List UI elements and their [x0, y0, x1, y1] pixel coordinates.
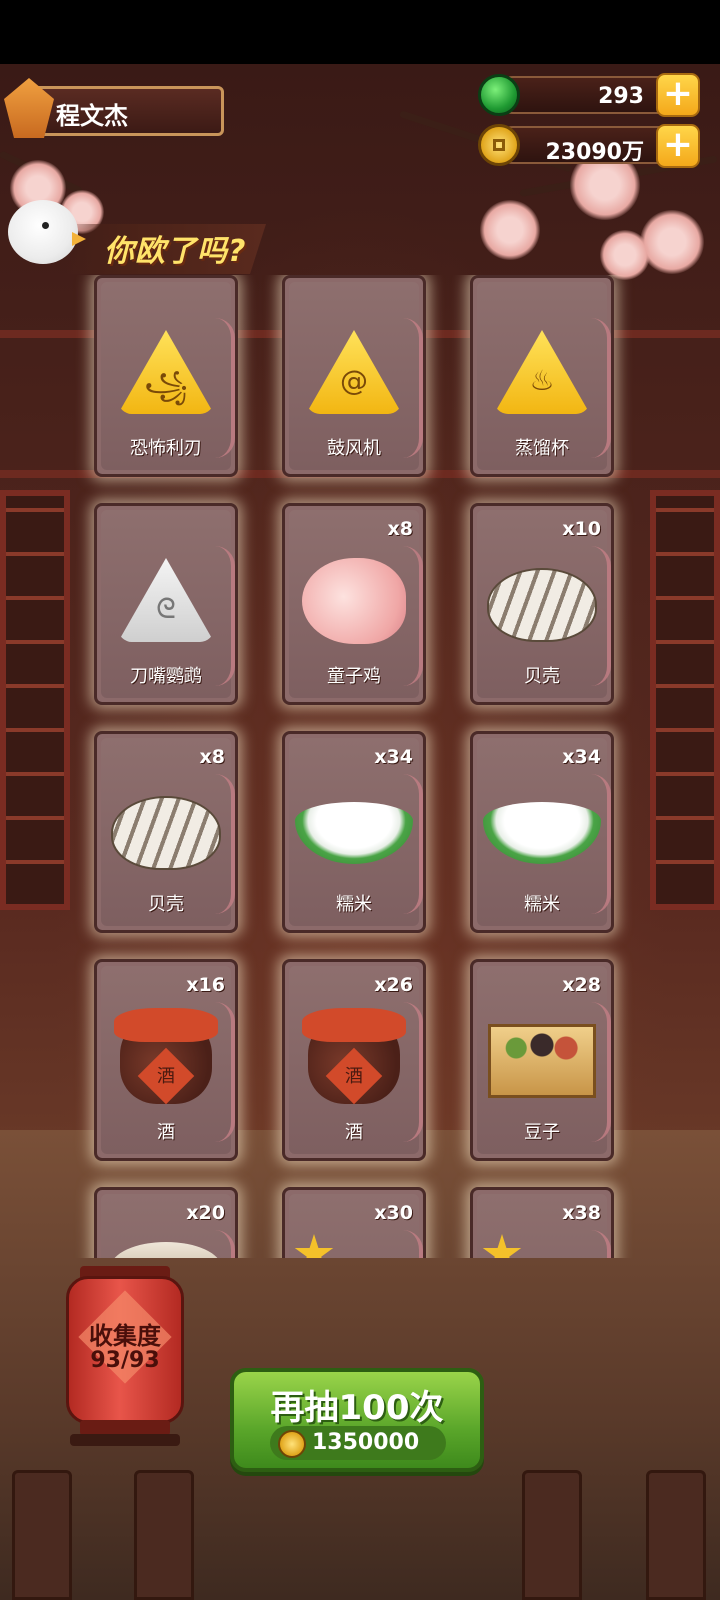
- card-name: 贝壳: [524, 666, 560, 687]
- chick-icon: [302, 558, 406, 644]
- add-coin-button[interactable]: +: [656, 124, 700, 168]
- card-name: 糯米: [524, 894, 560, 915]
- wine-jar-icon: 酒: [114, 1008, 218, 1105]
- beans-box-icon: [488, 1024, 596, 1098]
- draw-again-label: 再抽100次: [270, 1388, 444, 1428]
- card-count: x26: [374, 974, 413, 996]
- gold-coin-icon: [478, 124, 520, 166]
- card-count: x38: [562, 1202, 601, 1224]
- jade-amount: 293: [598, 84, 644, 109]
- jade-gem-icon: [478, 74, 520, 116]
- card-count: x16: [186, 974, 225, 996]
- reward-card[interactable]: x20: [94, 1187, 238, 1258]
- card-name: 贝壳: [148, 894, 184, 915]
- collection-progress: 93/93: [90, 1348, 160, 1373]
- reward-card[interactable]: x26 酒 酒: [282, 959, 426, 1161]
- add-jade-button[interactable]: +: [656, 73, 700, 117]
- card-count: x30: [374, 1202, 413, 1224]
- card-name: 酒: [345, 1122, 363, 1143]
- collection-title: 收集度: [89, 1322, 161, 1350]
- card-name: 豆子: [524, 1122, 560, 1143]
- banner-title: 你欧了吗?: [104, 234, 247, 269]
- reward-card[interactable]: x34 糯米: [470, 731, 614, 933]
- reward-card[interactable]: x34 糯米: [282, 731, 426, 933]
- reward-card[interactable]: x16 酒 酒: [94, 959, 238, 1161]
- shell-icon: [487, 568, 597, 642]
- card-count: x28: [562, 974, 601, 996]
- reward-card[interactable]: @ 鼓风机: [282, 275, 426, 477]
- reward-card[interactable]: ꧁ 恐怖利刃: [94, 275, 238, 477]
- reward-card[interactable]: x30: [282, 1187, 426, 1258]
- fence-post: [12, 1470, 72, 1600]
- status-bar: [0, 0, 720, 64]
- player-name: 程文杰: [56, 102, 128, 130]
- lantern-stand: [70, 1434, 180, 1446]
- bird-eye: [42, 222, 49, 229]
- shell-icon: [111, 796, 221, 870]
- reward-card[interactable]: x38: [470, 1187, 614, 1258]
- blossom-flower: [600, 230, 650, 280]
- card-count: x8: [387, 518, 413, 540]
- fence-post: [522, 1470, 582, 1600]
- reward-card[interactable]: ♨ 蒸馏杯: [470, 275, 614, 477]
- reward-card[interactable]: x28 豆子: [470, 959, 614, 1161]
- card-count: x10: [562, 518, 601, 540]
- card-count: x34: [374, 746, 413, 768]
- fence-post: [134, 1470, 194, 1600]
- bird-beak: [72, 232, 86, 246]
- fence-post: [646, 1470, 706, 1600]
- blossom-flower: [640, 210, 704, 274]
- reward-card[interactable]: x8 贝壳: [94, 731, 238, 933]
- gold-coin-icon: [278, 1430, 306, 1458]
- reward-card[interactable]: x8 童子鸡: [282, 503, 426, 705]
- card-name: 糯米: [336, 894, 372, 915]
- white-bird-icon: [8, 200, 78, 264]
- reward-grid: ꧁ 恐怖利刃 @ 鼓风机 ♨ 蒸馏杯 ᘓ 刀嘴鹦鹉 x8 童子鸡 x10 贝壳 …: [0, 275, 720, 1258]
- coin-amount: 23090万: [545, 140, 644, 165]
- reward-card[interactable]: x10 贝壳: [470, 503, 614, 705]
- draw-cost: 1350000: [312, 1430, 420, 1455]
- card-name: 刀嘴鹦鹉: [130, 666, 202, 687]
- reward-card[interactable]: ᘓ 刀嘴鹦鹉: [94, 503, 238, 705]
- card-count: x34: [562, 746, 601, 768]
- blossom-flower: [480, 200, 540, 260]
- card-name: 鼓风机: [327, 438, 381, 459]
- card-name: 酒: [157, 1122, 175, 1143]
- card-name: 蒸馏杯: [515, 438, 569, 459]
- card-name: 恐怖利刃: [130, 438, 202, 459]
- wine-jar-icon: 酒: [302, 1008, 406, 1105]
- card-name: 童子鸡: [327, 666, 381, 687]
- card-count: x8: [199, 746, 225, 768]
- card-count: x20: [186, 1202, 225, 1224]
